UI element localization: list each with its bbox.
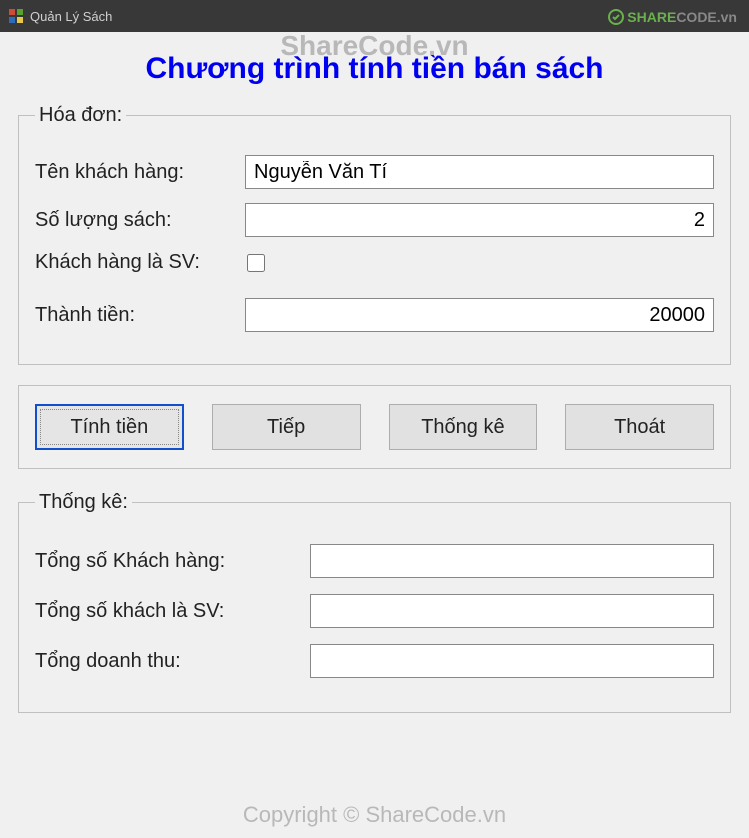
total-input[interactable]: [245, 298, 714, 332]
revenue-input[interactable]: [310, 644, 714, 678]
stats-legend: Thống kê:: [35, 491, 132, 514]
invoice-group: Hóa đơn: Tên khách hàng: Số lượng sách: …: [18, 104, 731, 365]
total-sv-input[interactable]: [310, 594, 714, 628]
total-label: Thành tiền:: [35, 304, 245, 327]
next-button[interactable]: Tiếp: [212, 404, 361, 450]
total-sv-label: Tổng số khách là SV:: [35, 600, 310, 623]
total-customers-input[interactable]: [310, 544, 714, 578]
sv-label: Khách hàng là SV:: [35, 251, 245, 274]
sv-checkbox[interactable]: [247, 254, 265, 272]
total-customers-label: Tổng số Khách hàng:: [35, 550, 310, 573]
app-icon: [8, 8, 24, 24]
invoice-legend: Hóa đơn:: [35, 104, 126, 127]
customer-input[interactable]: [245, 155, 714, 189]
button-bar: Tính tiền Tiếp Thống kê Thoát: [18, 385, 731, 469]
stats-group: Thống kê: Tổng số Khách hàng: Tổng số kh…: [18, 491, 731, 713]
form-body: Chương trình tính tiền bán sách Hóa đơn:…: [0, 32, 749, 838]
qty-input[interactable]: [245, 203, 714, 237]
revenue-label: Tổng doanh thu:: [35, 650, 310, 673]
customer-label: Tên khách hàng:: [35, 161, 245, 184]
stats-button[interactable]: Thống kê: [389, 404, 538, 450]
calc-button[interactable]: Tính tiền: [35, 404, 184, 450]
exit-button[interactable]: Thoát: [565, 404, 714, 450]
watermark-logo: SHARECODE.vn: [607, 8, 737, 26]
window-title: Quản Lý Sách: [30, 9, 112, 24]
qty-label: Số lượng sách:: [35, 209, 245, 232]
page-title: Chương trình tính tiền bán sách: [18, 52, 731, 86]
